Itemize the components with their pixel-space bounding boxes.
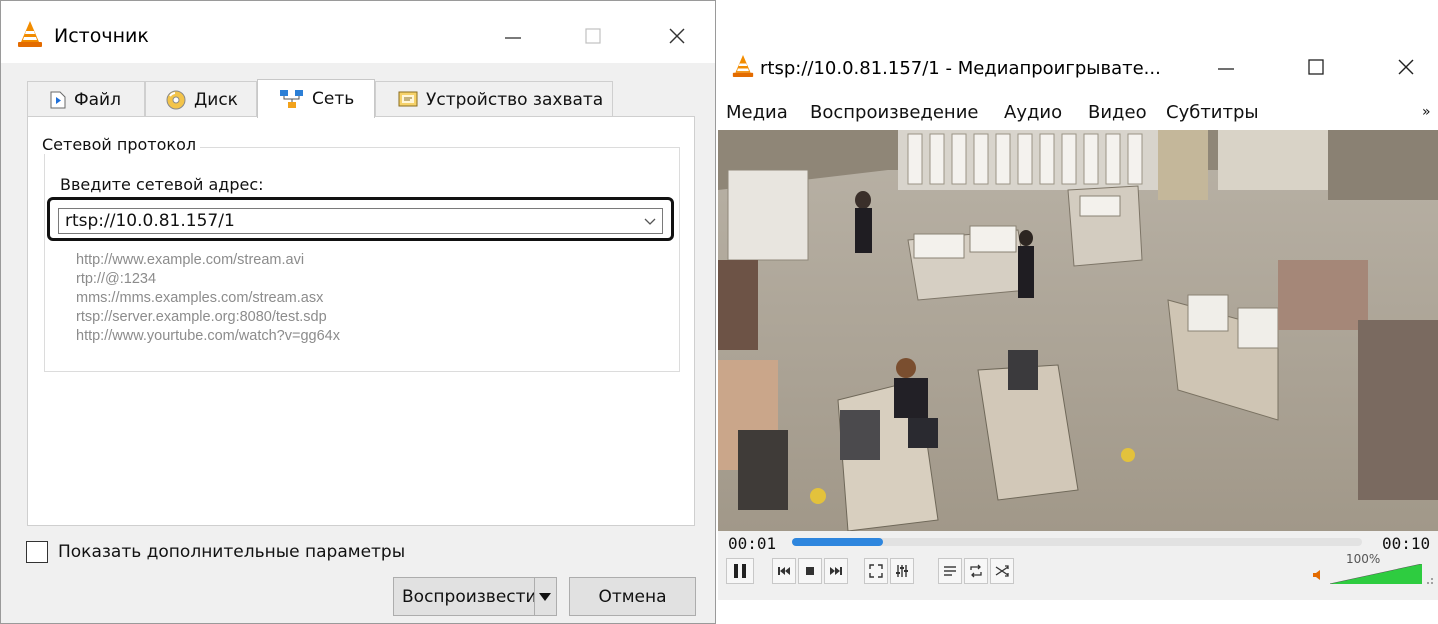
example-line: mms://mms.examples.com/stream.asx: [76, 290, 324, 306]
elapsed-time[interactable]: 00:01: [728, 534, 776, 553]
previous-icon: [778, 567, 790, 575]
seek-bar[interactable]: [792, 538, 1362, 546]
network-panel: Сетевой протокол Введите сетевой адрес: …: [27, 116, 695, 526]
total-time[interactable]: 00:10: [1382, 534, 1430, 553]
menu-playback[interactable]: Воспроизведение: [810, 102, 978, 123]
previous-button[interactable]: [772, 558, 796, 584]
file-icon: [50, 91, 66, 109]
stop-button[interactable]: [798, 558, 822, 584]
loop-button[interactable]: [964, 558, 988, 584]
maximize-icon: [1308, 59, 1324, 75]
dialog-titlebar: Источник: [1, 1, 715, 63]
loop-icon: [970, 564, 982, 578]
equalizer-icon: [896, 565, 908, 577]
player-titlebar: rtsp://10.0.81.157/1 - Медиапроигрывате.…: [718, 40, 1438, 98]
example-line: http://www.example.com/stream.avi: [76, 252, 305, 268]
close-icon: [1398, 59, 1414, 75]
next-button[interactable]: [824, 558, 848, 584]
stop-icon: [806, 567, 814, 575]
network-icon: [280, 90, 304, 108]
close-button[interactable]: [657, 21, 697, 51]
vlc-logo-icon: [732, 55, 754, 77]
fullscreen-icon: [869, 564, 883, 578]
network-address-combobox[interactable]: rtsp://10.0.81.157/1: [58, 208, 663, 234]
close-icon: [669, 28, 685, 44]
resize-grip-icon[interactable]: [1424, 575, 1434, 585]
menu-audio[interactable]: Аудио: [1004, 102, 1062, 123]
minimize-button[interactable]: [495, 21, 531, 51]
button-divider: [534, 578, 535, 615]
tab-capture-device-label: Устройство захвата: [426, 89, 604, 110]
seek-bar-progress: [792, 538, 884, 546]
speaker-icon[interactable]: [1312, 569, 1326, 581]
disc-icon: [166, 90, 186, 110]
tab-capture-device[interactable]: Устройство захвата: [375, 81, 613, 117]
example-line: rtsp://server.example.org:8080/test.sdp: [76, 309, 327, 325]
player-menubar: Медиа Воспроизведение Аудио Видео Субтит…: [718, 98, 1438, 130]
vlc-logo-icon: [18, 21, 42, 47]
pause-icon: [734, 564, 746, 578]
menu-video[interactable]: Видео: [1088, 102, 1147, 123]
play-button-label: Воспроизвести: [402, 586, 537, 607]
capture-device-icon: [398, 91, 418, 109]
maximize-button[interactable]: [575, 21, 611, 51]
pause-button[interactable]: [726, 558, 754, 584]
tab-disc-label: Диск: [194, 89, 238, 110]
play-button[interactable]: Воспроизвести: [393, 577, 557, 616]
fullscreen-button[interactable]: [864, 558, 888, 584]
dialog-title: Источник: [54, 25, 149, 47]
extended-settings-button[interactable]: [890, 558, 914, 584]
player-title: rtsp://10.0.81.157/1 - Медиапроигрывате.…: [760, 58, 1161, 79]
cancel-button[interactable]: Отмена: [569, 577, 696, 616]
example-line: http://www.yourtube.com/watch?v=gg64x: [76, 328, 340, 344]
maximize-icon: [585, 28, 601, 44]
show-more-options-checkbox[interactable]: [26, 541, 48, 563]
dropdown-arrow-icon[interactable]: [538, 592, 552, 602]
minimize-icon: [505, 37, 521, 39]
player-maximize-button[interactable]: [1298, 52, 1334, 82]
address-label: Введите сетевой адрес:: [60, 175, 264, 194]
player-controls: 00:01 00:10 100%: [718, 531, 1438, 600]
menu-more[interactable]: »: [1422, 104, 1431, 120]
tab-network-label: Сеть: [312, 89, 355, 109]
camera-feed-image: [718, 130, 1438, 531]
address-highlight-frame: rtsp://10.0.81.157/1: [47, 197, 674, 241]
address-examples: http://www.example.com/stream.avi rtp://…: [76, 251, 340, 346]
next-icon: [830, 567, 842, 575]
network-address-value[interactable]: rtsp://10.0.81.157/1: [65, 211, 235, 231]
chevron-down-icon[interactable]: [642, 213, 658, 229]
volume-slider[interactable]: [1330, 564, 1422, 584]
menu-media[interactable]: Медиа: [726, 102, 788, 123]
show-more-options-label[interactable]: Показать дополнительные параметры: [58, 542, 405, 562]
open-media-dialog: Источник Файл Диск Сеть Устройство захва…: [0, 0, 716, 624]
shuffle-button[interactable]: [990, 558, 1014, 584]
network-protocol-title: Сетевой протокол: [38, 135, 201, 154]
tab-file-label: Файл: [74, 89, 121, 110]
vlc-player-window: rtsp://10.0.81.157/1 - Медиапроигрывате.…: [718, 40, 1438, 600]
tab-file[interactable]: Файл: [27, 81, 145, 117]
playlist-button[interactable]: [938, 558, 962, 584]
playlist-icon: [944, 566, 956, 576]
shuffle-icon: [995, 565, 1009, 577]
player-minimize-button[interactable]: [1208, 52, 1244, 82]
cancel-button-label: Отмена: [598, 586, 667, 607]
minimize-icon: [1218, 68, 1234, 70]
video-frame[interactable]: [718, 130, 1438, 531]
example-line: rtp://@:1234: [76, 271, 157, 287]
player-close-button[interactable]: [1386, 52, 1426, 82]
tab-network[interactable]: Сеть: [257, 79, 375, 118]
menu-subtitles[interactable]: Субтитры: [1166, 102, 1259, 123]
tab-disc[interactable]: Диск: [145, 81, 257, 117]
